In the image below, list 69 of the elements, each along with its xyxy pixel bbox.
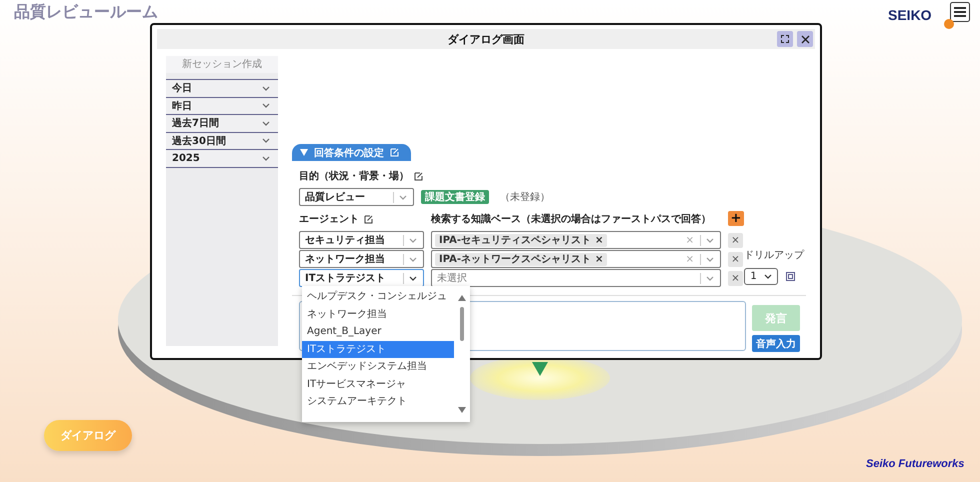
chevron-down-icon [262, 138, 270, 144]
chevron-down-icon [764, 274, 772, 279]
agent-option[interactable]: Agent_B_Layer [302, 323, 454, 340]
expand-icon [781, 35, 789, 43]
drill-up-label: ドリルアップ [744, 248, 804, 262]
knowledge-select[interactable]: IPA-セキュリティスペシャリスト × × [431, 231, 721, 249]
chevron-down-icon [706, 256, 714, 262]
maximize-button[interactable] [777, 31, 793, 47]
voice-input-button[interactable]: 音声入力 [752, 335, 800, 352]
chevron-down-icon [399, 194, 407, 200]
history-group[interactable]: 過去30日間 [166, 132, 278, 149]
triangle-down-icon [300, 149, 308, 156]
agent-option[interactable]: ネットワーク担当 [302, 306, 454, 323]
history-group[interactable]: 今日 [166, 79, 278, 96]
footer-brand: Seiko Futureworks [866, 458, 964, 470]
agent-option[interactable]: システムアーキテクト [302, 393, 454, 410]
remove-row-button[interactable]: × [728, 232, 743, 248]
tag-remove-button[interactable]: × [595, 254, 604, 264]
group-label: 過去30日間 [172, 134, 226, 148]
tag-label: IPA-ネットワークスペシャリスト [439, 253, 592, 266]
remove-row-button[interactable]: × [728, 252, 743, 266]
history-group[interactable]: 2025 [166, 149, 278, 168]
agent-select[interactable]: ITストラテジスト [299, 269, 424, 287]
agent-label: エージェント [299, 213, 359, 226]
register-status: （未登録） [500, 190, 550, 204]
chevron-down-icon [262, 103, 270, 108]
placeholder-text: 未選択 [436, 272, 468, 285]
edit-icon[interactable] [364, 214, 373, 224]
purpose-label: 目的（状況・背景・場） [299, 170, 409, 183]
agent-option[interactable]: エンベデッドシステム担当 [302, 358, 454, 376]
brand-logo: SEIKO [888, 7, 932, 23]
group-label: 2025 [172, 152, 200, 164]
knowledge-select[interactable]: 未選択 [431, 269, 721, 287]
conditions-tab[interactable]: 回答条件の設定 [292, 144, 411, 161]
history-group[interactable]: 過去7日間 [166, 114, 278, 132]
group-label: 過去7日間 [172, 116, 219, 130]
tab-label: 回答条件の設定 [314, 146, 384, 160]
agent-option[interactable]: ITサービスマネージャ [302, 376, 454, 393]
knowledge-select[interactable]: IPA-ネットワークスペシャリスト × × [431, 250, 721, 268]
chevron-down-icon [706, 276, 714, 280]
agent-select[interactable]: ネットワーク担当 [299, 250, 424, 268]
chevron-down-icon [262, 120, 270, 126]
agent-select[interactable]: セキュリティ担当 [299, 231, 424, 249]
menu-icon[interactable] [950, 2, 970, 22]
remove-row-button[interactable]: × [728, 270, 743, 286]
chevron-down-icon [262, 156, 270, 161]
group-label: 今日 [172, 82, 192, 96]
group-label: 昨日 [172, 100, 192, 113]
dialog-title: ダイアログ画面 [448, 32, 524, 46]
close-button[interactable] [797, 31, 813, 47]
chevron-down-icon [706, 238, 714, 242]
edit-icon[interactable] [414, 172, 423, 180]
drill-up-select[interactable]: 1 [744, 268, 778, 285]
tag-label: IPA-セキュリティスペシャリスト [439, 234, 592, 247]
agent-option[interactable]: ITストラテジスト [302, 340, 454, 358]
chevron-down-icon [409, 276, 417, 280]
tag-remove-button[interactable]: × [595, 234, 604, 246]
close-icon [800, 34, 810, 44]
app-title: 品質レビュールーム [14, 4, 158, 20]
chevron-down-icon [409, 256, 417, 262]
knowledge-label: 検索する知識ベース（未選択の場合はファーストパスで回答） [431, 212, 712, 226]
chevron-down-icon [262, 86, 270, 91]
chevron-down-icon [409, 238, 417, 242]
add-row-button[interactable]: + [728, 211, 744, 226]
copy-icon[interactable] [786, 272, 795, 281]
agent-option[interactable]: ヘルプデスク・コンシェルジュ [302, 288, 454, 306]
history-group[interactable]: 昨日 [166, 96, 278, 114]
notification-dot [944, 19, 954, 29]
purpose-select[interactable]: 品質レビュー [299, 188, 414, 206]
